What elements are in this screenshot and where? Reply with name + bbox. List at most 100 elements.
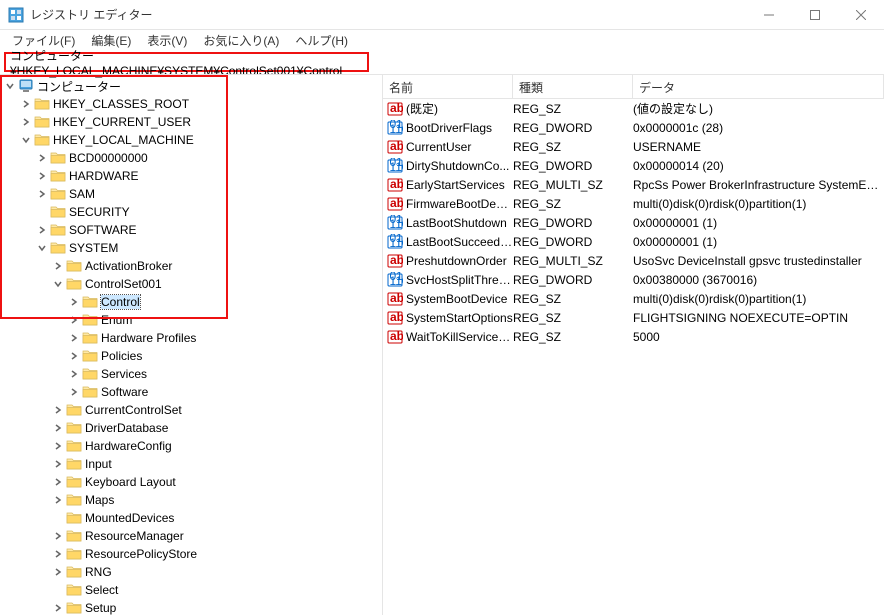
value-row[interactable]: BootDriverFlagsREG_DWORD0x0000001c (28) bbox=[383, 118, 884, 137]
folder-icon bbox=[66, 582, 82, 598]
tree-item-currentcontrolset[interactable]: CurrentControlSet bbox=[50, 401, 382, 419]
value-data: UsoSvc DeviceInstall gpsvc trustedinstal… bbox=[633, 254, 884, 268]
tree-item-hardware[interactable]: HARDWARE bbox=[34, 167, 382, 185]
tree-item-hklm[interactable]: HKEY_LOCAL_MACHINE bbox=[18, 131, 382, 149]
chevron-right-icon[interactable] bbox=[50, 456, 66, 472]
string-value-icon bbox=[387, 253, 403, 269]
tree-item-hkcr[interactable]: HKEY_CLASSES_ROOT bbox=[18, 95, 382, 113]
chevron-right-icon[interactable] bbox=[50, 492, 66, 508]
tree-item-label: SECURITY bbox=[69, 205, 130, 219]
tree-item-rng[interactable]: RNG bbox=[50, 563, 382, 581]
value-type: REG_SZ bbox=[513, 330, 633, 344]
value-row[interactable]: WaitToKillServiceT...REG_SZ5000 bbox=[383, 327, 884, 346]
value-row[interactable]: SystemBootDeviceREG_SZmulti(0)disk(0)rdi… bbox=[383, 289, 884, 308]
tree-item-resourcepolicystore[interactable]: ResourcePolicyStore bbox=[50, 545, 382, 563]
chevron-right-icon[interactable] bbox=[18, 114, 34, 130]
chevron-right-icon[interactable] bbox=[66, 294, 82, 310]
value-row[interactable]: SystemStartOptionsREG_SZ FLIGHTSIGNING N… bbox=[383, 308, 884, 327]
chevron-right-icon[interactable] bbox=[66, 312, 82, 328]
chevron-right-icon[interactable] bbox=[66, 384, 82, 400]
tree-item-controlset001[interactable]: ControlSet001 bbox=[50, 275, 382, 293]
chevron-right-icon[interactable] bbox=[50, 258, 66, 274]
tree-item-setup[interactable]: Setup bbox=[50, 599, 382, 615]
tree-item-label: HKEY_LOCAL_MACHINE bbox=[53, 133, 194, 147]
tree-item-policies[interactable]: Policies bbox=[66, 347, 382, 365]
tree-item-activationbroker[interactable]: ActivationBroker bbox=[50, 257, 382, 275]
value-row[interactable]: SvcHostSplitThres...REG_DWORD0x00380000 … bbox=[383, 270, 884, 289]
tree-item-software[interactable]: SOFTWARE bbox=[34, 221, 382, 239]
value-type: REG_DWORD bbox=[513, 235, 633, 249]
chevron-right-icon[interactable] bbox=[34, 222, 50, 238]
value-data: 0x00000001 (1) bbox=[633, 235, 884, 249]
value-row[interactable]: CurrentUserREG_SZUSERNAME bbox=[383, 137, 884, 156]
folder-icon bbox=[50, 204, 66, 220]
tree-item-keyboardlayout[interactable]: Keyboard Layout bbox=[50, 473, 382, 491]
chevron-right-icon[interactable] bbox=[50, 438, 66, 454]
chevron-right-icon[interactable] bbox=[50, 564, 66, 580]
values-list[interactable]: (既定)REG_SZ(値の設定なし)BootDriverFlagsREG_DWO… bbox=[383, 99, 884, 615]
folder-icon bbox=[50, 222, 66, 238]
chevron-down-icon[interactable] bbox=[18, 132, 34, 148]
value-row[interactable]: EarlyStartServicesREG_MULTI_SZRpcSs Powe… bbox=[383, 175, 884, 194]
maximize-button[interactable] bbox=[792, 0, 838, 30]
column-header-type[interactable]: 種類 bbox=[513, 75, 633, 98]
tree-item-mounteddevices[interactable]: MountedDevices bbox=[50, 509, 382, 527]
tree-item-input[interactable]: Input bbox=[50, 455, 382, 473]
chevron-right-icon[interactable] bbox=[50, 546, 66, 562]
value-data: USERNAME bbox=[633, 140, 884, 154]
value-row[interactable]: LastBootShutdownREG_DWORD0x00000001 (1) bbox=[383, 213, 884, 232]
chevron-right-icon[interactable] bbox=[66, 330, 82, 346]
tree-item-driverdatabase[interactable]: DriverDatabase bbox=[50, 419, 382, 437]
chevron-right-icon[interactable] bbox=[50, 420, 66, 436]
tree-item-software2[interactable]: Software bbox=[66, 383, 382, 401]
close-button[interactable] bbox=[838, 0, 884, 30]
chevron-right-icon[interactable] bbox=[66, 348, 82, 364]
value-data: 0x0000001c (28) bbox=[633, 121, 884, 135]
chevron-right-icon[interactable] bbox=[50, 600, 66, 615]
binary-value-icon bbox=[387, 158, 403, 174]
column-header-data[interactable]: データ bbox=[633, 75, 884, 98]
string-value-icon bbox=[387, 101, 403, 117]
column-header-name[interactable]: 名前 bbox=[383, 75, 513, 98]
tree-item-security[interactable]: SECURITY bbox=[34, 203, 382, 221]
tree-item-label: Input bbox=[85, 457, 112, 471]
chevron-right-icon[interactable] bbox=[50, 474, 66, 490]
minimize-button[interactable] bbox=[746, 0, 792, 30]
address-input[interactable]: コンピューター¥HKEY_LOCAL_MACHINE¥SYSTEM¥Contro… bbox=[4, 52, 369, 72]
folder-icon bbox=[34, 114, 50, 130]
main-area: コンピューターHKEY_CLASSES_ROOTHKEY_CURRENT_USE… bbox=[0, 74, 884, 615]
tree-item-sam[interactable]: SAM bbox=[34, 185, 382, 203]
chevron-right-icon[interactable] bbox=[50, 528, 66, 544]
chevron-right-icon[interactable] bbox=[34, 186, 50, 202]
chevron-down-icon[interactable] bbox=[2, 78, 18, 94]
tree-item-maps[interactable]: Maps bbox=[50, 491, 382, 509]
value-row[interactable]: FirmwareBootDevi...REG_SZmulti(0)disk(0)… bbox=[383, 194, 884, 213]
chevron-down-icon[interactable] bbox=[34, 240, 50, 256]
tree-item-hkcu[interactable]: HKEY_CURRENT_USER bbox=[18, 113, 382, 131]
tree-panel[interactable]: コンピューターHKEY_CLASSES_ROOTHKEY_CURRENT_USE… bbox=[0, 75, 383, 615]
addressbar-container: コンピューター¥HKEY_LOCAL_MACHINE¥SYSTEM¥Contro… bbox=[0, 50, 884, 74]
tree-item-services[interactable]: Services bbox=[66, 365, 382, 383]
chevron-down-icon[interactable] bbox=[50, 276, 66, 292]
tree-item-bcd[interactable]: BCD00000000 bbox=[34, 149, 382, 167]
chevron-right-icon[interactable] bbox=[66, 366, 82, 382]
value-row[interactable]: (既定)REG_SZ(値の設定なし) bbox=[383, 99, 884, 118]
tree-item-hardwareconfig[interactable]: HardwareConfig bbox=[50, 437, 382, 455]
value-row[interactable]: PreshutdownOrderREG_MULTI_SZUsoSvc Devic… bbox=[383, 251, 884, 270]
tree-item-resourcemanager[interactable]: ResourceManager bbox=[50, 527, 382, 545]
tree-item-root[interactable]: コンピューター bbox=[2, 77, 382, 95]
tree-item-enum[interactable]: Enum bbox=[66, 311, 382, 329]
tree-item-control[interactable]: Control bbox=[66, 293, 382, 311]
value-name: SvcHostSplitThres... bbox=[406, 273, 513, 287]
tree-item-select[interactable]: Select bbox=[50, 581, 382, 599]
chevron-right-icon[interactable] bbox=[50, 402, 66, 418]
value-row[interactable]: DirtyShutdownCo...REG_DWORD0x00000014 (2… bbox=[383, 156, 884, 175]
chevron-right-icon[interactable] bbox=[18, 96, 34, 112]
tree-item-label: Policies bbox=[101, 349, 142, 363]
tree-item-hardwareprofiles[interactable]: Hardware Profiles bbox=[66, 329, 382, 347]
chevron-right-icon[interactable] bbox=[34, 168, 50, 184]
value-type: REG_DWORD bbox=[513, 121, 633, 135]
chevron-right-icon[interactable] bbox=[34, 150, 50, 166]
value-row[interactable]: LastBootSucceededREG_DWORD0x00000001 (1) bbox=[383, 232, 884, 251]
tree-item-system[interactable]: SYSTEM bbox=[34, 239, 382, 257]
